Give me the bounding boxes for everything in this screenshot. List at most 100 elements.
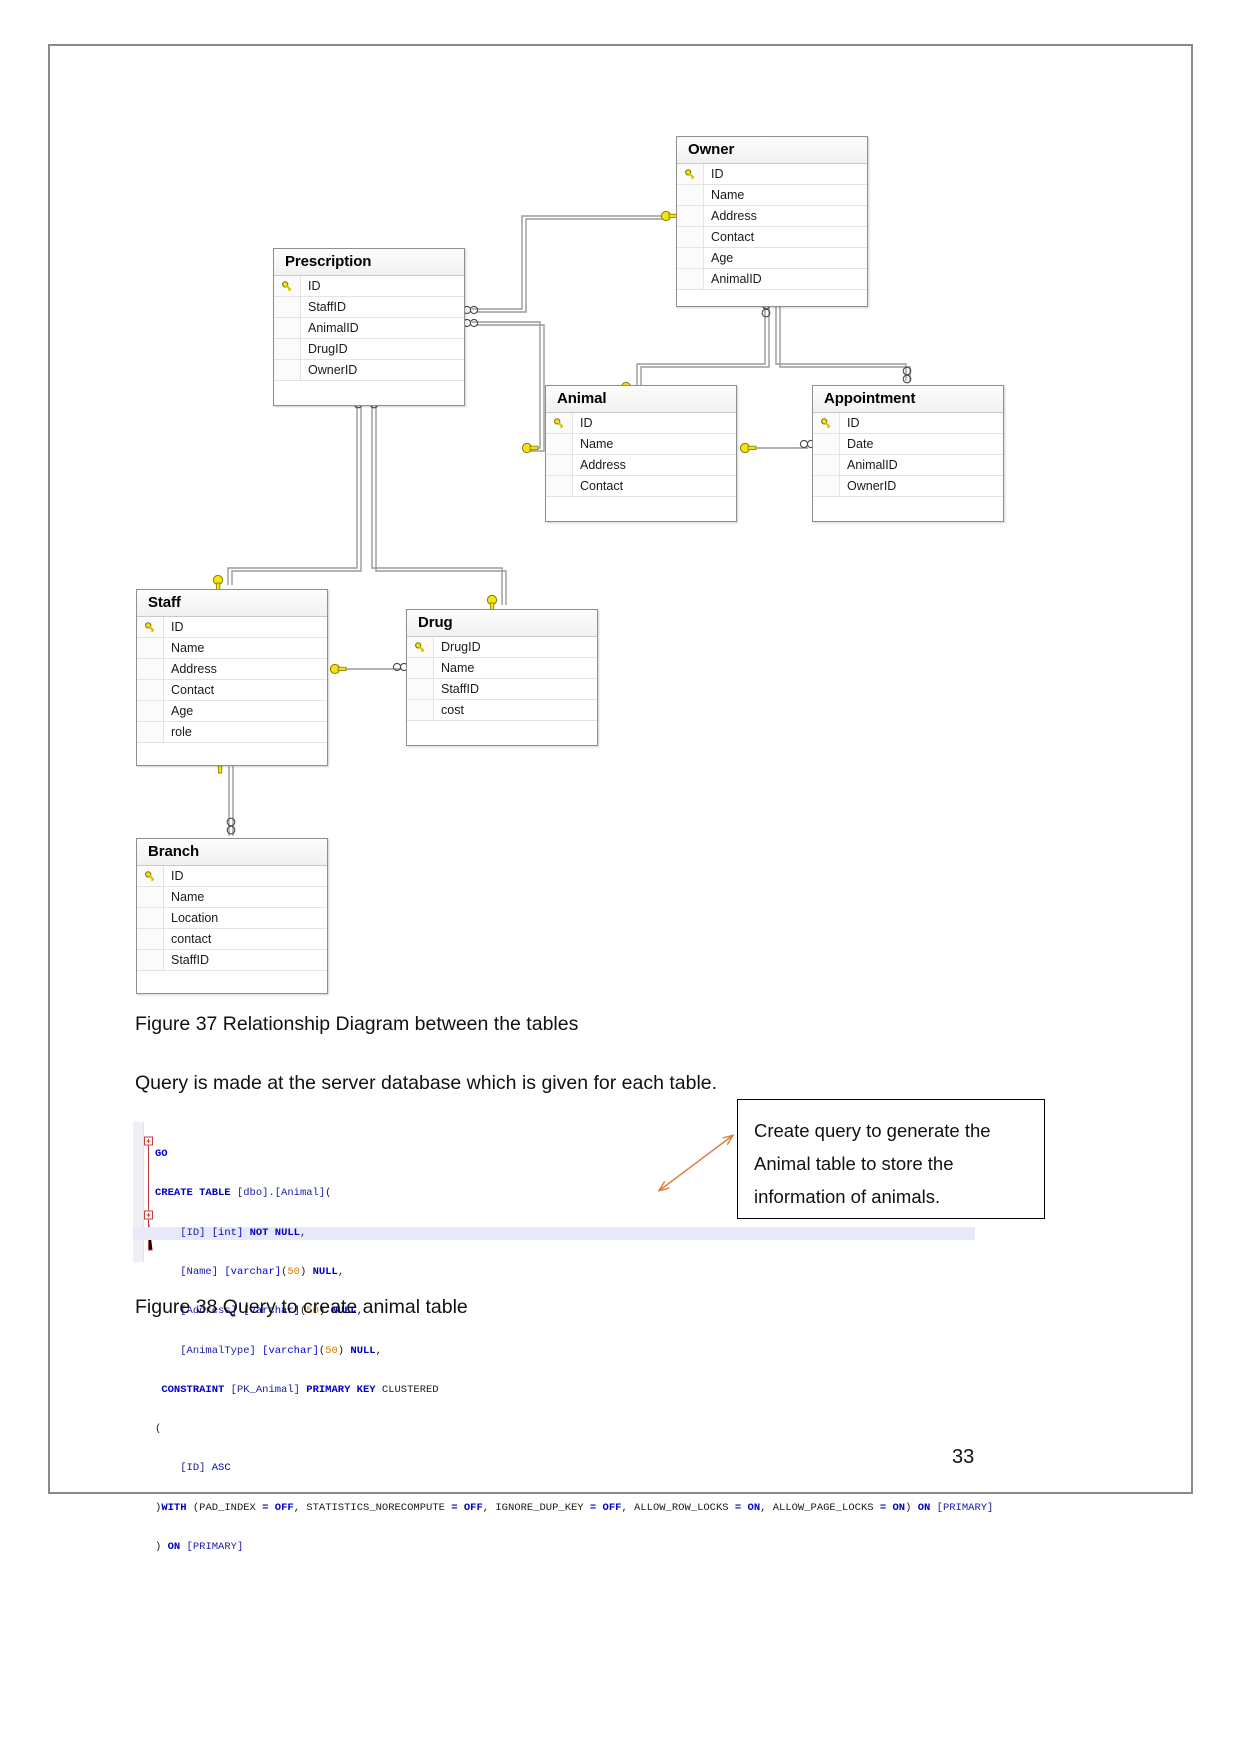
entity-field[interactable]: ID [137,866,327,887]
entity-field-list: ID Name Address Contact Age AnimalID [677,164,867,289]
entity-field[interactable]: AnimalID [813,455,1003,476]
field-gutter [677,206,704,226]
entity-field-label: Address [711,209,757,223]
entity-table-drug[interactable]: Drug DrugID Name StaffID cost [406,609,598,746]
entity-empty-space [407,720,597,745]
entity-field[interactable]: Name [677,185,867,206]
entity-field[interactable]: role [137,722,327,742]
sql-line: ) ON [PRIMARY] [155,1541,244,1553]
entity-field-list: ID StaffID AnimalID DrugID OwnerID [274,276,464,380]
entity-field-label: role [171,725,192,739]
entity-field[interactable]: Address [677,206,867,227]
entity-field-label: StaffID [171,953,209,967]
entity-field-label: OwnerID [847,479,897,493]
entity-field[interactable]: Name [137,887,327,908]
entity-field-label: DrugID [441,640,481,654]
entity-field-list: ID Name Location contact StaffID [137,866,327,970]
entity-field[interactable]: OwnerID [813,476,1003,496]
entity-field[interactable]: ID [274,276,464,297]
entity-table-owner[interactable]: Owner ID Name Address Contact Age Animal… [676,136,868,307]
field-gutter [137,887,164,907]
field-gutter [546,434,573,454]
entity-field[interactable]: Age [137,701,327,722]
entity-field[interactable]: StaffID [137,950,327,970]
entity-field[interactable]: StaffID [274,297,464,318]
entity-field[interactable]: contact [137,929,327,950]
entity-field[interactable]: AnimalID [677,269,867,289]
entity-field[interactable]: DrugID [274,339,464,360]
entity-field-label: ID [711,167,724,181]
entity-field[interactable]: Contact [677,227,867,248]
sql-line: [ID] ASC [180,1462,231,1475]
entity-field[interactable]: Name [407,658,597,679]
sql-line: )WITH (PAD_INDEX = OFF, STATISTICS_NOREC… [155,1501,994,1514]
sql-collapse-outline[interactable] [143,1122,155,1262]
field-gutter [137,908,164,928]
entity-field[interactable]: ID [813,413,1003,434]
field-gutter [274,297,301,317]
sql-line-highlighted: [ID] [int] NOT NULL, [133,1226,975,1240]
entity-field-label: AnimalID [308,321,359,335]
entity-field-list: ID Name Address Contact [546,413,736,496]
entity-field[interactable]: AnimalID [274,318,464,339]
entity-field[interactable]: DrugID [407,637,597,658]
entity-field-label: ID [171,620,184,634]
entity-title: Animal [546,386,736,413]
entity-table-prescription[interactable]: Prescription ID StaffID AnimalID DrugID [273,248,465,406]
entity-field[interactable]: Name [137,638,327,659]
entity-field[interactable]: Contact [546,476,736,496]
entity-field[interactable]: ID [137,617,327,638]
entity-field[interactable]: Location [137,908,327,929]
entity-field-label: Age [171,704,194,718]
entity-field-label: ID [308,279,321,293]
entity-empty-space [546,496,736,521]
entity-field[interactable]: cost [407,700,597,720]
annotation-callout-box: Create query to generate the Animal tabl… [737,1099,1045,1219]
entity-field-label: DrugID [308,342,348,356]
sql-line: ( [155,1423,162,1436]
field-gutter [546,455,573,475]
field-gutter [677,227,704,247]
entity-field-label: Name [171,890,205,904]
entity-field[interactable]: OwnerID [274,360,464,380]
entity-field-label: AnimalID [711,272,762,286]
body-paragraph: Query is made at the server database whi… [135,1072,718,1094]
primary-key-icon [274,276,301,296]
field-gutter [137,722,164,742]
entity-field[interactable]: Address [137,659,327,680]
entity-field[interactable]: Contact [137,680,327,701]
field-gutter [813,434,840,454]
entity-field-label: ID [580,416,593,430]
field-gutter [137,680,164,700]
entity-field[interactable]: ID [677,164,867,185]
entity-field[interactable]: Address [546,455,736,476]
field-gutter [137,701,164,721]
entity-table-appointment[interactable]: Appointment ID Date AnimalID OwnerID [812,385,1004,522]
field-gutter [137,929,164,949]
page-number: 33 [952,1446,975,1468]
entity-title: Owner [677,137,867,164]
entity-field-label: Name [441,661,475,675]
entity-field-label: Name [711,188,745,202]
field-gutter [813,476,840,496]
entity-field-label: Contact [580,479,624,493]
callout-line-2: Animal table to store the [754,1153,954,1174]
entity-empty-space [137,742,327,765]
field-gutter [274,318,301,338]
entity-empty-space [677,289,867,306]
entity-table-branch[interactable]: Branch ID Name Location contact StaffID [136,838,328,994]
entity-table-staff[interactable]: Staff ID Name Address Contact Age role [136,589,328,766]
entity-field-label: Contact [171,683,215,697]
primary-key-icon [546,413,573,433]
entity-field[interactable]: Age [677,248,867,269]
entity-field[interactable]: Name [546,434,736,455]
entity-field[interactable]: Date [813,434,1003,455]
entity-empty-space [274,380,464,405]
entity-field-label: Contact [711,230,755,244]
entity-field-label: contact [171,932,212,946]
primary-key-icon [407,637,434,657]
entity-field[interactable]: StaffID [407,679,597,700]
entity-field[interactable]: ID [546,413,736,434]
field-gutter [137,950,164,970]
entity-table-animal[interactable]: Animal ID Name Address Contact [545,385,737,522]
